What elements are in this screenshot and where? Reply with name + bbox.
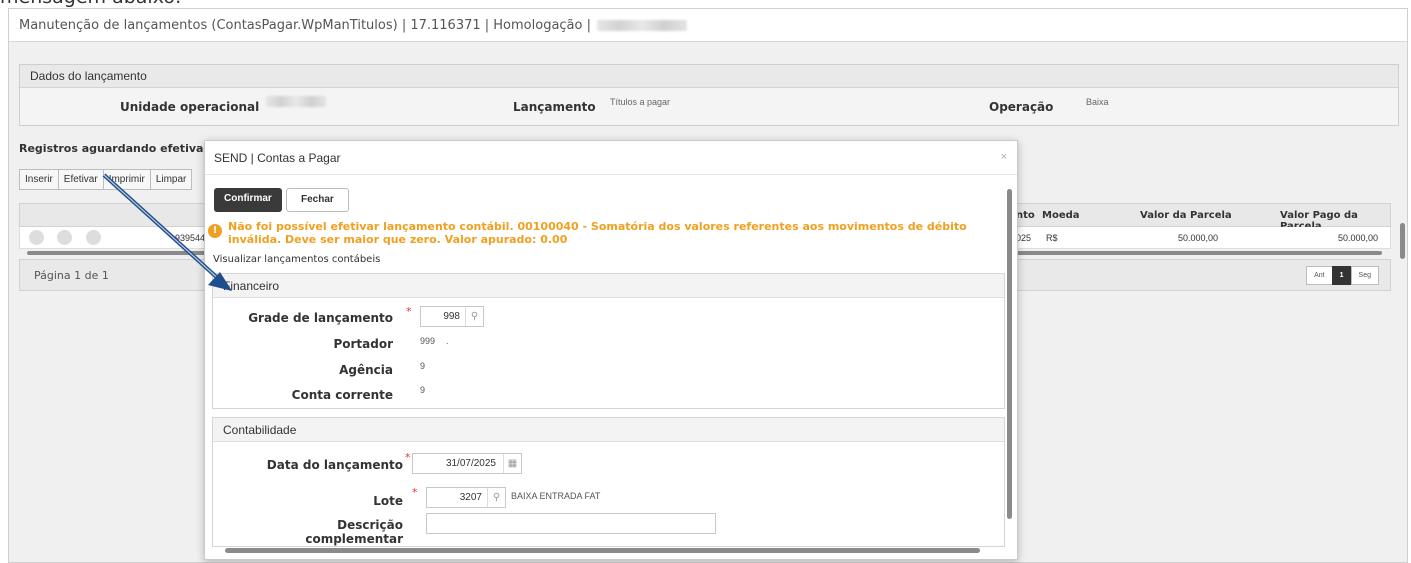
cut-heading: mensagem abaixo: xyxy=(0,0,181,8)
grade-input[interactable]: 998 ⚲ xyxy=(420,306,484,327)
unidade-label: Unidade operacional xyxy=(120,100,260,114)
descricao-input[interactable] xyxy=(426,513,716,534)
dialog-title: SEND | Contas a Pagar xyxy=(214,151,341,165)
lancamento-label: Lançamento xyxy=(513,100,596,114)
edit-icon[interactable] xyxy=(29,230,44,245)
data-input[interactable]: 31/07/2025 ▦ xyxy=(412,453,522,474)
portador-value: 999 xyxy=(420,336,436,346)
dialog-horizontal-scrollbar[interactable] xyxy=(214,545,1002,555)
dados-panel-header: Dados do lançamento xyxy=(20,65,1398,88)
portador-suffix: . xyxy=(446,336,449,346)
descricao-label: Descrição complementar xyxy=(305,518,403,546)
col-vencimento[interactable]: nto xyxy=(1016,210,1035,221)
agencia-label: Agência xyxy=(339,363,393,377)
cancel-icon[interactable] xyxy=(57,230,72,245)
warning-icon: ! xyxy=(208,224,222,238)
dialog-header: SEND | Contas a Pagar × xyxy=(205,141,1017,175)
operacao-value: Baixa xyxy=(1086,97,1109,107)
lote-value: 3207 xyxy=(459,492,482,503)
dialog-vertical-scrollbar[interactable] xyxy=(1006,175,1014,559)
registros-title: Registros aguardando efetivação xyxy=(19,142,225,155)
efetivar-button[interactable]: Efetivar xyxy=(57,169,104,190)
row-valor-parcela: 50.000,00 xyxy=(1178,233,1219,243)
lote-label: Lote xyxy=(373,494,403,508)
col-moeda[interactable]: Moeda xyxy=(1042,210,1080,221)
conta-value: 9 xyxy=(420,385,426,395)
dados-panel: Dados do lançamento Unidade operacional … xyxy=(19,64,1399,126)
grid-vertical-scrollbar[interactable] xyxy=(1398,203,1406,298)
financeiro-section: Financeiro Grade de lançamento * 998 ⚲ P… xyxy=(212,273,1005,409)
row-valor-pago: 50.000,00 xyxy=(1338,233,1379,243)
app-title: Manutenção de lançamentos (ContasPagar.W… xyxy=(19,17,591,33)
search-icon[interactable]: ⚲ xyxy=(465,307,483,326)
view-icon[interactable] xyxy=(86,230,101,245)
data-value: 31/07/2025 xyxy=(445,458,496,469)
row-vencimento: 025 xyxy=(1016,233,1032,243)
conta-label: Conta corrente xyxy=(291,388,393,402)
unidade-value-blurred xyxy=(266,96,326,107)
required-marker: * xyxy=(412,486,418,499)
blurred-environment xyxy=(597,19,687,31)
contabilidade-section: Contabilidade Data do lançamento * 31/07… xyxy=(212,417,1005,547)
contas-pagar-dialog: SEND | Contas a Pagar × Confirmar Fechar… xyxy=(204,140,1018,560)
app-title-bar: Manutenção de lançamentos (ContasPagar.W… xyxy=(9,9,1407,42)
limpar-button[interactable]: Limpar xyxy=(149,169,193,190)
pager-next-button[interactable]: Seg xyxy=(1350,266,1379,285)
pager-text: Página 1 de 1 xyxy=(34,269,109,282)
grade-value: 998 xyxy=(443,311,460,322)
pager-page-button[interactable]: 1 xyxy=(1331,266,1352,285)
fechar-button[interactable]: Fechar xyxy=(286,188,349,212)
inserir-button[interactable]: Inserir xyxy=(19,169,59,190)
calendar-icon[interactable]: ▦ xyxy=(503,454,521,473)
grade-label: Grade de lançamento xyxy=(248,311,393,325)
visualizar-lancamentos-link[interactable]: Visualizar lançamentos contábeis xyxy=(213,254,380,265)
contabilidade-header: Contabilidade xyxy=(213,418,1004,442)
lote-input[interactable]: 3207 ⚲ xyxy=(426,487,506,508)
agencia-value: 9 xyxy=(420,361,426,371)
financeiro-header: Financeiro xyxy=(213,274,1004,298)
lote-description: BAIXA ENTRADA FAT xyxy=(511,491,601,501)
confirm-button[interactable]: Confirmar xyxy=(214,188,282,212)
portador-label: Portador xyxy=(333,337,393,351)
lancamento-value: Títulos a pagar xyxy=(610,97,671,107)
dialog-content: Confirmar Fechar ! Não foi possível efet… xyxy=(205,175,1005,561)
registros-toolbar: Inserir Efetivar Imprimir Limpar xyxy=(19,169,193,190)
close-icon[interactable]: × xyxy=(1001,151,1007,163)
pager-prev-button[interactable]: Ant xyxy=(1306,266,1333,285)
required-marker: * xyxy=(406,305,412,318)
data-label: Data do lançamento xyxy=(266,458,403,472)
col-valor-parcela[interactable]: Valor da Parcela xyxy=(1140,210,1232,221)
required-marker: * xyxy=(405,451,411,464)
operacao-label: Operação xyxy=(989,100,1054,114)
search-icon[interactable]: ⚲ xyxy=(487,488,505,507)
imprimir-button[interactable]: Imprimir xyxy=(102,169,151,190)
warning-message: Não foi possível efetivar lançamento con… xyxy=(228,220,967,246)
row-moeda: R$ xyxy=(1046,233,1058,243)
